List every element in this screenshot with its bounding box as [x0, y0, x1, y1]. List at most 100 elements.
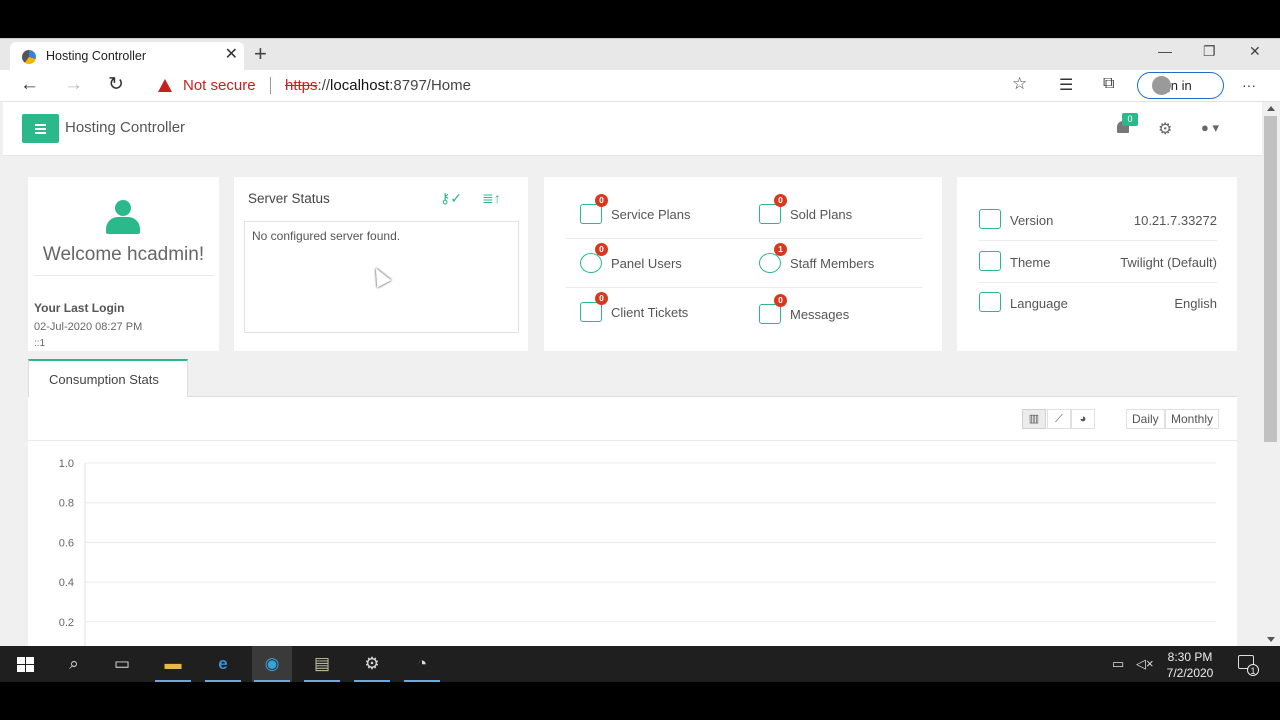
y-tick-label: 0.4: [59, 577, 74, 589]
page-scrollbar[interactable]: [1262, 102, 1280, 646]
tab-close-icon[interactable]: ✕: [225, 47, 238, 63]
windows-start-icon[interactable]: [17, 657, 34, 673]
taskbar-clock[interactable]: 8:30 PM 7/2/2020: [1158, 649, 1222, 681]
no-server-message: No configured server found.: [252, 229, 401, 243]
browser-tab[interactable]: Hosting Controller ✕: [10, 42, 244, 71]
network-icon[interactable]: ▭: [1112, 656, 1124, 672]
task-view-icon[interactable]: ▭: [102, 646, 142, 682]
hosting-controller-app-icon[interactable]: ◔: [402, 646, 442, 682]
info-value: 10.21.7.33272: [1133, 213, 1217, 228]
server-manager-icon[interactable]: ▤: [302, 646, 342, 682]
app-title: Hosting Controller: [65, 119, 186, 136]
divider: [566, 238, 922, 239]
info-value: English: [1174, 296, 1217, 311]
stat-label: Panel Users: [611, 256, 682, 271]
refresh-icon[interactable]: ↻: [108, 75, 124, 95]
last-login-date: 02-Jul-2020 08:27 PM: [34, 321, 143, 333]
divider: [34, 275, 214, 276]
menu-toggle-button[interactable]: [22, 114, 59, 143]
not-secure-label[interactable]: Not secure: [183, 77, 256, 94]
stat-label: Client Tickets: [611, 305, 689, 320]
divider: [979, 240, 1217, 241]
last-login-label: Your Last Login: [34, 301, 125, 315]
back-arrow-icon[interactable]: ←: [20, 75, 39, 95]
clock-time: 8:30 PM: [1167, 650, 1213, 664]
sign-in-button[interactable]: Sign in: [1137, 72, 1224, 99]
more-options-icon[interactable]: ···: [1242, 77, 1256, 93]
favorites-list-icon[interactable]: ☰: [1059, 75, 1073, 95]
favorite-star-icon[interactable]: ☆: [1012, 74, 1027, 94]
info-label: Theme: [1010, 255, 1051, 270]
restore-window-icon[interactable]: ❐: [1203, 43, 1216, 60]
server-upload-icon[interactable]: ≣↑: [482, 190, 501, 207]
stat-client-tickets[interactable]: 0 Client Tickets: [580, 292, 760, 326]
stat-badge: 0: [595, 292, 608, 305]
browser-toolbar: ← → ↻ Not secure https://localhost:8797/…: [0, 70, 1280, 102]
system-info-card: Version 10.21.7.33272 Theme Twilight (De…: [957, 177, 1237, 351]
sold-plans-icon: [759, 204, 781, 224]
address-bar[interactable]: Not secure https://localhost:8797/Home: [146, 73, 1041, 99]
action-center-count: 1: [1247, 664, 1259, 676]
info-value: Twilight (Default): [1120, 255, 1217, 270]
info-language: Language English: [979, 291, 1217, 315]
url-scheme: https: [285, 77, 318, 94]
stat-sold-plans[interactable]: 0 Sold Plans: [759, 194, 939, 228]
bar-chart-icon[interactable]: ▥: [1022, 409, 1046, 429]
line-chart-icon[interactable]: ⟋: [1047, 409, 1071, 429]
divider: [979, 282, 1217, 283]
search-icon[interactable]: ⌕: [54, 646, 94, 682]
edge-browser-icon[interactable]: ◉: [252, 646, 292, 682]
minimize-window-icon[interactable]: —: [1158, 43, 1172, 59]
stat-messages[interactable]: 0 Messages: [759, 294, 939, 328]
stat-staff-members[interactable]: 1 Staff Members: [759, 243, 939, 277]
daily-button[interactable]: Daily: [1126, 409, 1165, 429]
settings-gear-icon[interactable]: ⚙: [352, 646, 392, 682]
stats-card: 0 Service Plans 0 Sold Plans 0 Panel Use…: [544, 177, 942, 351]
warning-triangle-icon: [158, 79, 172, 92]
app-header: Hosting Controller 0 ⚙ ● ▾: [3, 102, 1262, 156]
stat-panel-users[interactable]: 0 Panel Users: [580, 243, 760, 277]
browser-tab-bar: Hosting Controller ✕ + — ❐ ✕: [0, 38, 1280, 71]
user-menu-icon[interactable]: ● ▾: [1201, 120, 1219, 136]
settings-gears-icon[interactable]: ⚙: [1158, 119, 1172, 139]
messages-icon: [759, 304, 781, 324]
chart-toolbar: ▥ ⟋ ◕ Daily Monthly: [28, 397, 1237, 441]
welcome-greeting: Welcome hcadmin!: [42, 244, 205, 265]
stat-label: Staff Members: [790, 256, 875, 271]
key-check-icon[interactable]: ⚷✓: [440, 190, 462, 207]
monthly-button[interactable]: Monthly: [1165, 409, 1220, 429]
url-path: :8797/Home: [389, 77, 471, 94]
scrollbar-thumb[interactable]: [1264, 116, 1277, 442]
y-tick-label: 0.6: [59, 537, 74, 549]
internet-explorer-icon[interactable]: e: [203, 646, 243, 682]
new-tab-button[interactable]: +: [254, 43, 267, 65]
welcome-card: Welcome hcadmin! Your Last Login 02-Jul-…: [28, 177, 219, 351]
collections-icon[interactable]: ⧉: [1103, 75, 1114, 93]
windows-taskbar: ⌕ ▭ ▬ e ◉ ▤ ⚙ ◔ ▭ ◁× 8:30 PM 7/2/2020 1: [0, 646, 1280, 682]
clock-date: 7/2/2020: [1166, 666, 1214, 680]
user-icon: [106, 200, 140, 234]
consumption-tab-strip: Consumption Stats: [28, 359, 1237, 398]
speaker-muted-icon[interactable]: ◁×: [1136, 656, 1154, 672]
scroll-down-arrow-icon[interactable]: [1267, 637, 1275, 642]
close-window-icon[interactable]: ✕: [1249, 43, 1261, 60]
consumption-chart: 1.0 0.8 0.6 0.4 0.2: [59, 458, 1216, 646]
scroll-up-arrow-icon[interactable]: [1267, 106, 1275, 111]
hosting-controller-favicon-icon: [22, 50, 36, 64]
tab-consumption-stats[interactable]: Consumption Stats: [28, 359, 188, 398]
screen: Hosting Controller ✕ + — ❐ ✕ ← → ↻ Not s…: [0, 0, 1280, 720]
stat-badge: 0: [774, 294, 787, 307]
stat-badge: 0: [595, 194, 608, 207]
file-explorer-icon[interactable]: ▬: [153, 646, 193, 682]
client-tickets-icon: [580, 302, 602, 322]
page-viewport: Hosting Controller 0 ⚙ ● ▾ Welcome hcadm…: [0, 102, 1262, 646]
info-label: Version: [1010, 213, 1054, 228]
consumption-chart-card: ▥ ⟋ ◕ Daily Monthly 1.0 0.8 0.6 0.4 0.2: [28, 397, 1237, 646]
forward-arrow-icon[interactable]: →: [64, 75, 83, 95]
tab-label: Consumption Stats: [49, 372, 159, 387]
info-version: Version 10.21.7.33272: [979, 208, 1217, 232]
url-text[interactable]: https://localhost:8797/Home: [285, 77, 471, 94]
pie-chart-icon[interactable]: ◕: [1071, 409, 1095, 429]
stat-service-plans[interactable]: 0 Service Plans: [580, 194, 760, 228]
service-plans-icon: [580, 204, 602, 224]
